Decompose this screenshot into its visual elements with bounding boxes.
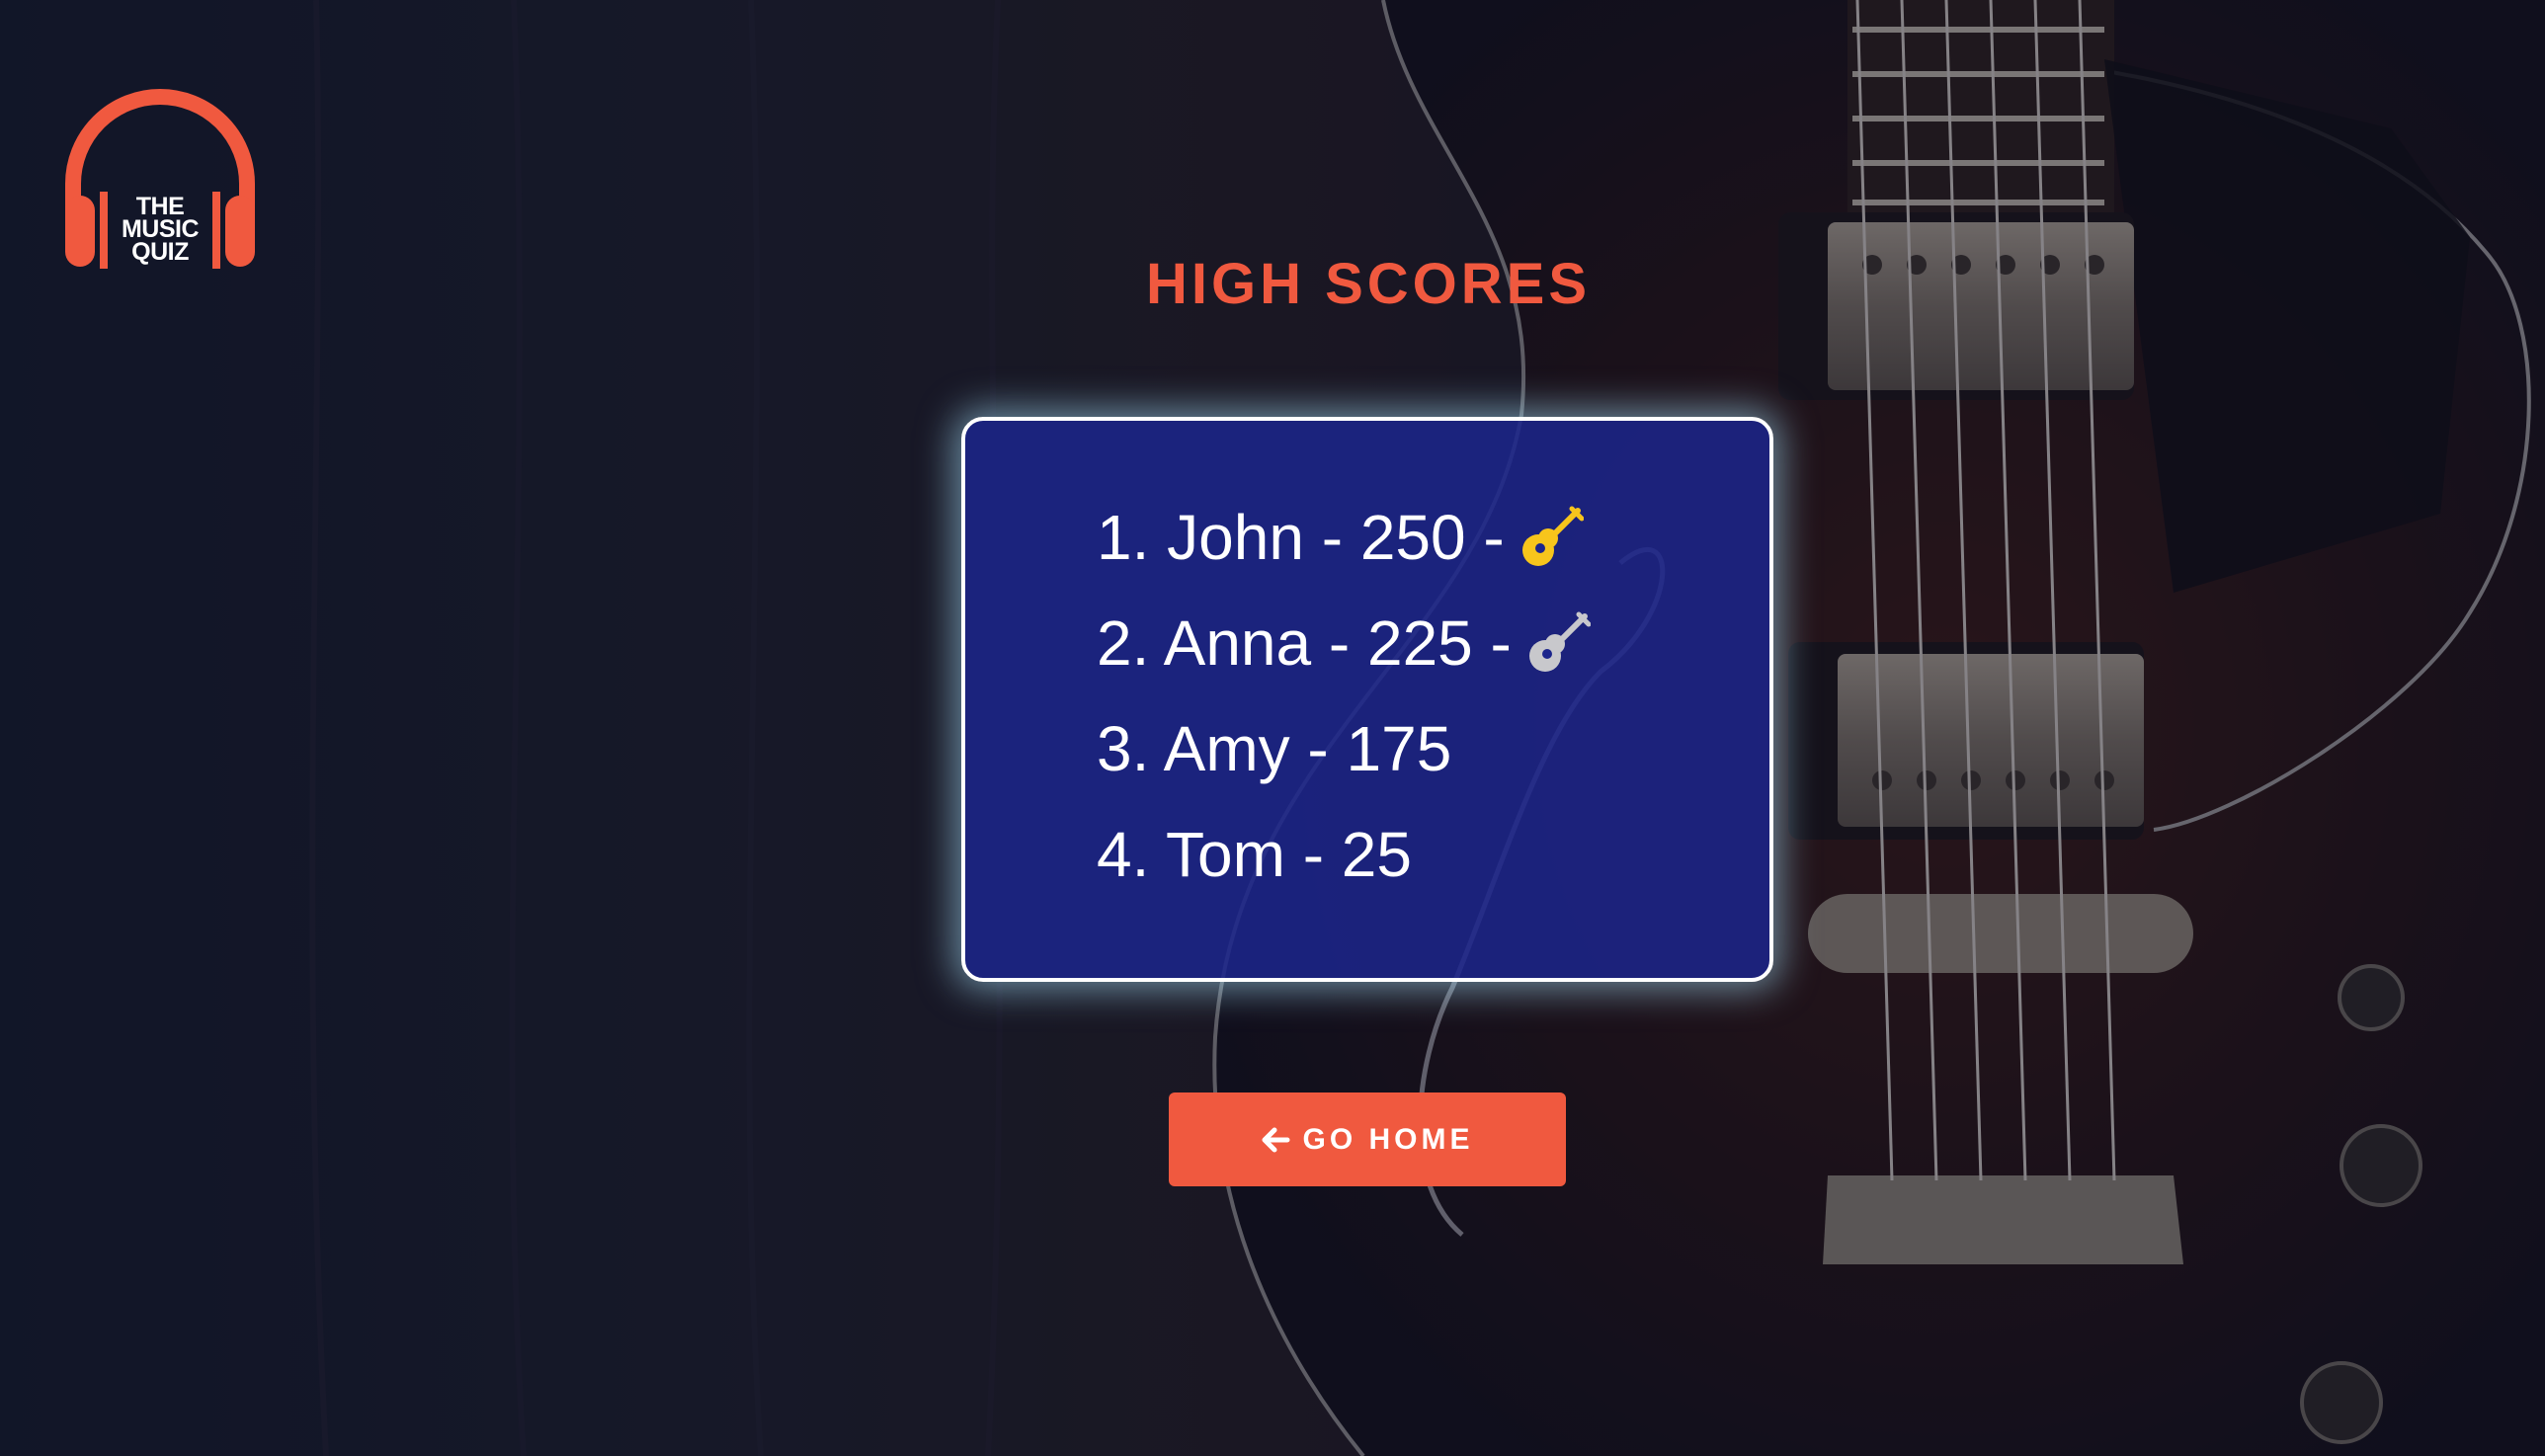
go-home-label: GO HOME [1302, 1122, 1474, 1156]
score-text: 2. Anna - 225 - [1097, 607, 1512, 679]
gold-guitar-icon [1519, 505, 1584, 570]
score-item: 3. Amy - 175 [1097, 695, 1591, 801]
score-item: 2. Anna - 225 - [1097, 590, 1591, 695]
go-home-button[interactable]: GO HOME [1169, 1092, 1566, 1186]
score-text: 3. Amy - 175 [1097, 712, 1452, 784]
score-text: 4. Tom - 25 [1097, 818, 1412, 890]
score-item: 1. John - 250 - [1097, 484, 1591, 590]
score-list: 1. John - 250 - 2. Anna - 225 - 3. Amy -… [1097, 484, 1591, 907]
page-title: HIGH SCORES [1145, 252, 1592, 316]
high-scores-card: 1. John - 250 - 2. Anna - 225 - 3. Amy -… [961, 417, 1773, 982]
score-text: 1. John - 250 - [1097, 501, 1505, 573]
score-item: 4. Tom - 25 [1097, 801, 1591, 907]
arrow-left-icon [1261, 1125, 1290, 1155]
silver-guitar-icon [1525, 610, 1591, 676]
